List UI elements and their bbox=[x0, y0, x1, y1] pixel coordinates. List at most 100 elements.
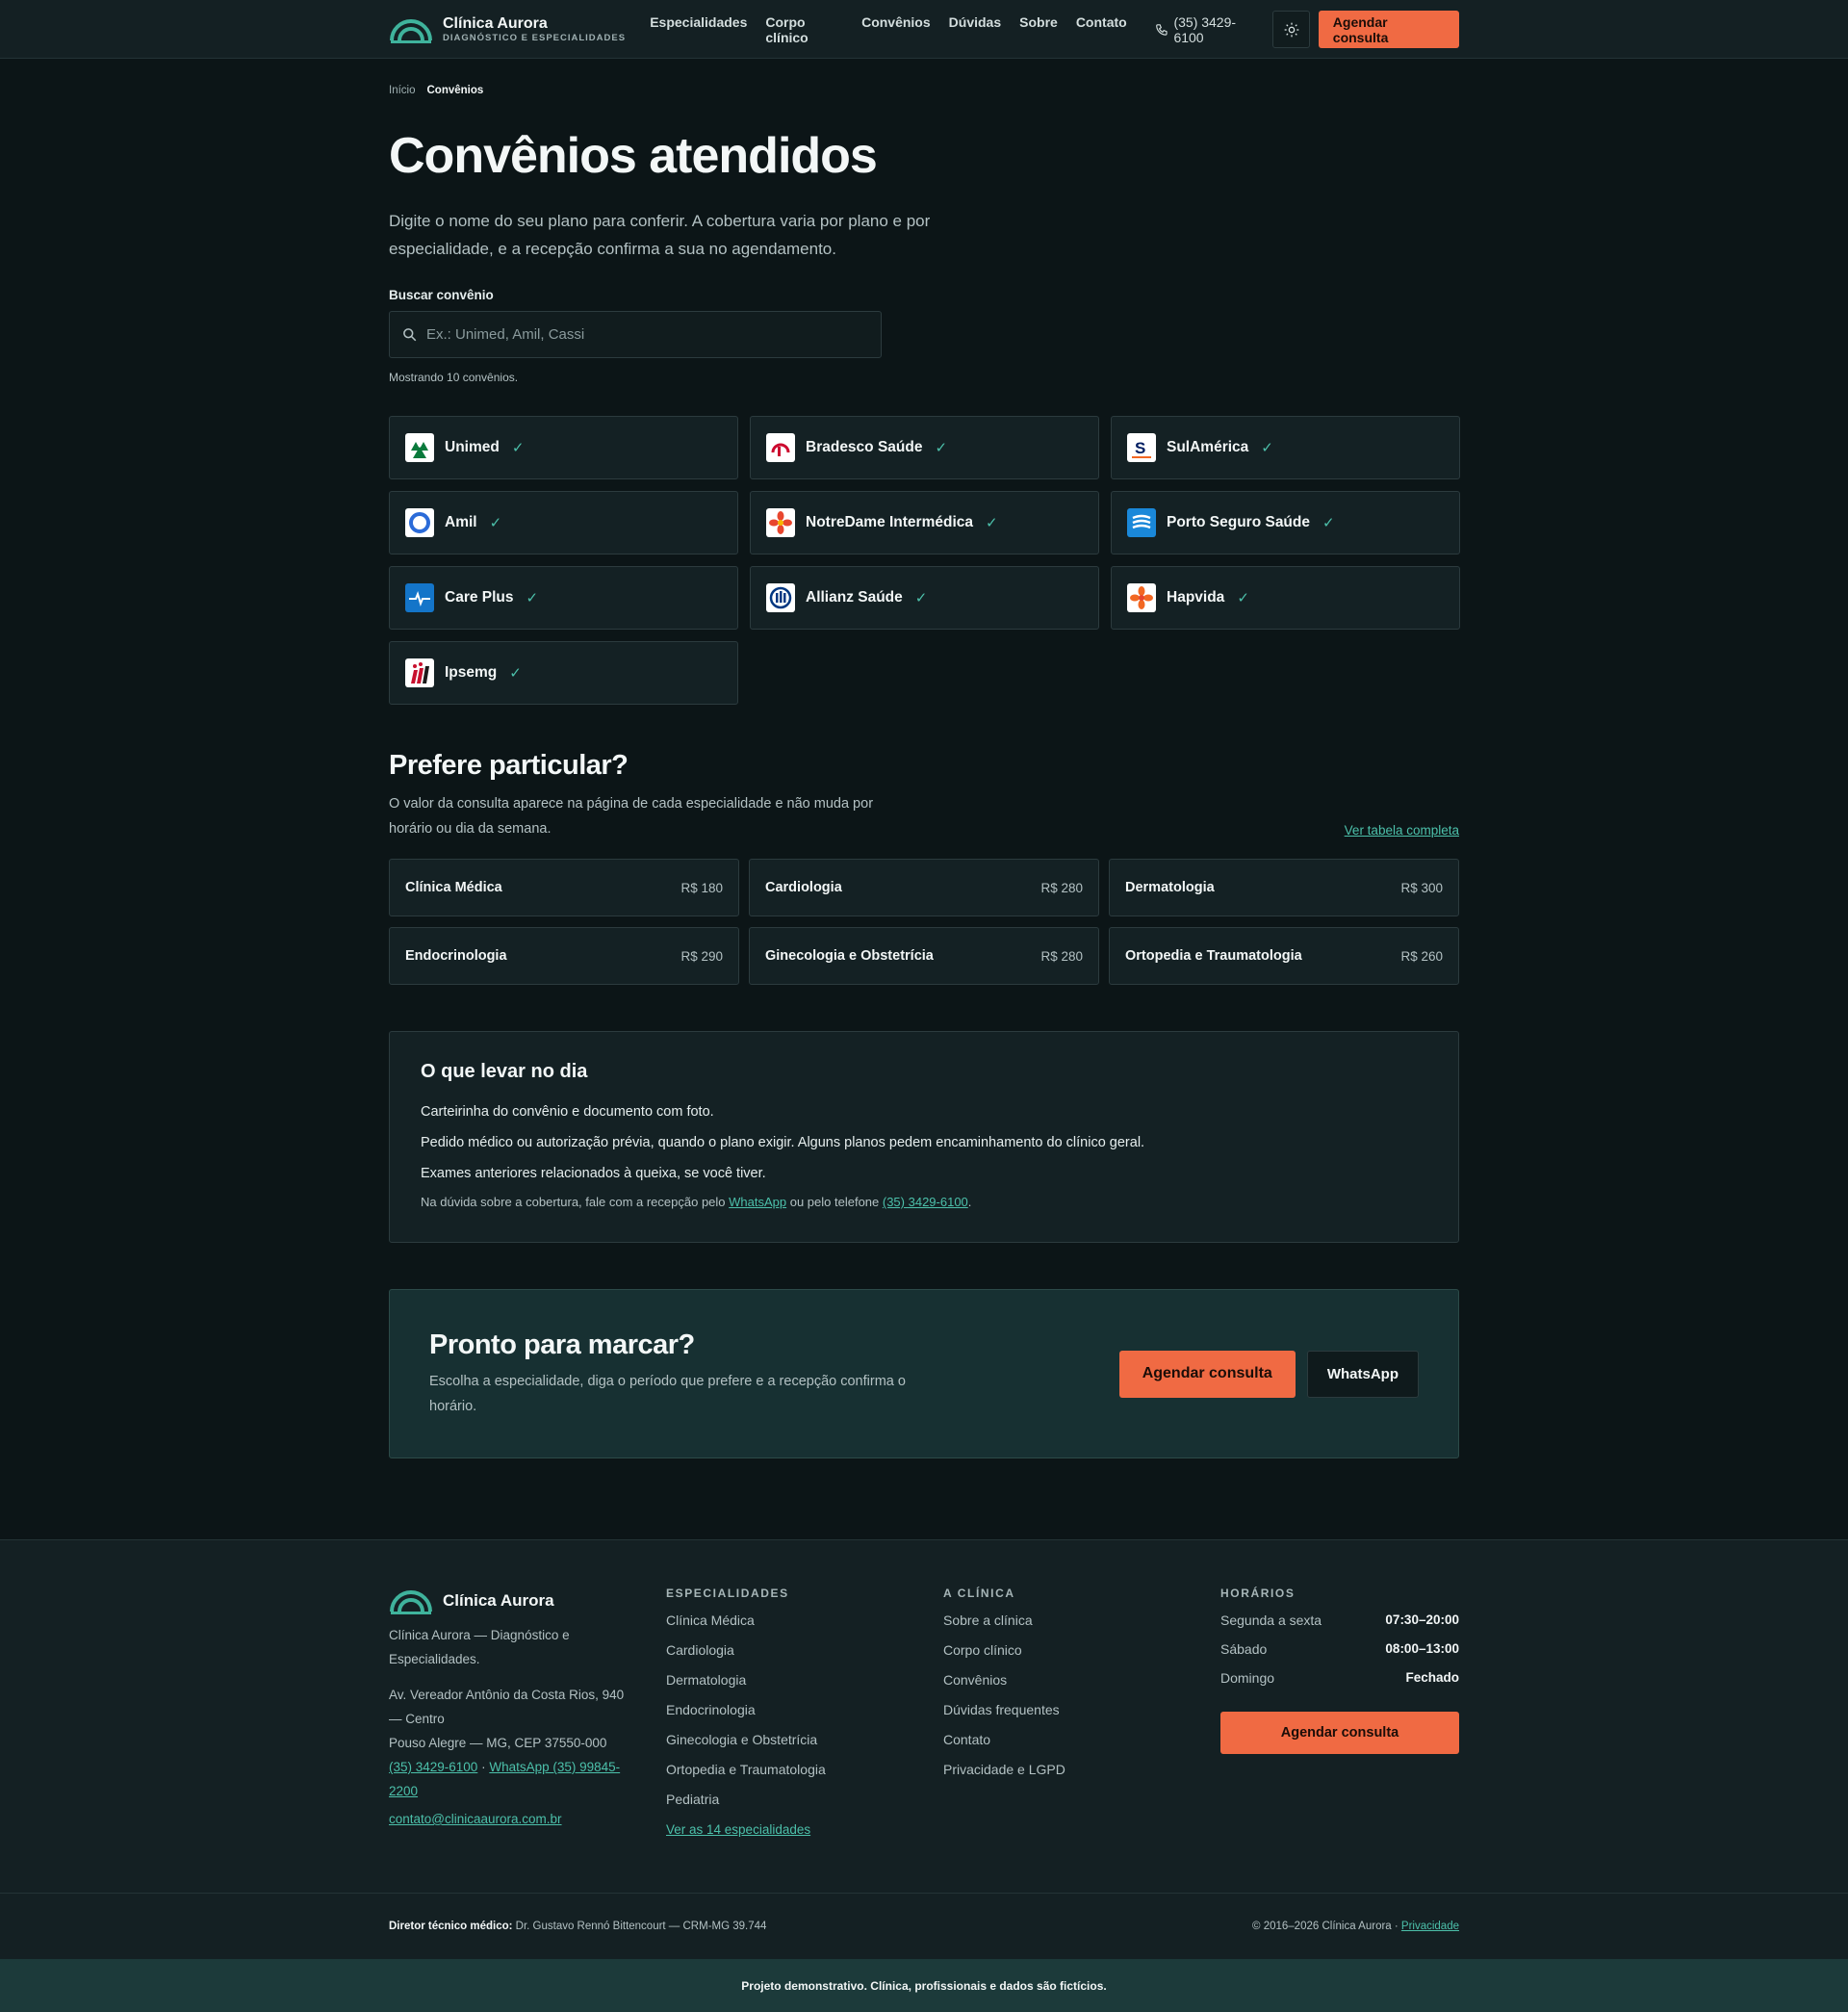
nav-duvidas[interactable]: Dúvidas bbox=[949, 14, 1001, 45]
list-item: Pedido médico ou autorização prévia, qua… bbox=[421, 1135, 1145, 1151]
hours-row: Domingo Fechado bbox=[1220, 1664, 1459, 1692]
specialty-price: R$ 300 bbox=[1400, 880, 1443, 895]
sun-icon bbox=[1284, 22, 1298, 37]
nav-sobre[interactable]: Sobre bbox=[1019, 14, 1058, 45]
footer-link[interactable]: Sobre a clínica bbox=[943, 1612, 1033, 1628]
theme-toggle-button[interactable] bbox=[1272, 11, 1310, 48]
footer-link[interactable]: Endocrinologia bbox=[666, 1702, 756, 1717]
specialty-name: Dermatologia bbox=[1125, 880, 1215, 896]
footer-link[interactable]: Convênios bbox=[943, 1672, 1007, 1688]
bring-list: Carteirinha do convênio e documento com … bbox=[421, 1096, 1427, 1189]
cta-text: Escolha a especialidade, diga o período … bbox=[429, 1373, 906, 1414]
particular-section: Prefere particular? O valor da consulta … bbox=[389, 750, 1459, 841]
main-content: Início Convênios Convênios atendidos Dig… bbox=[389, 59, 1460, 1459]
nav-contato[interactable]: Contato bbox=[1076, 14, 1127, 45]
footer-phone-link[interactable]: (35) 3429-6100 bbox=[389, 1760, 477, 1774]
specialty-price: R$ 280 bbox=[1040, 948, 1083, 964]
footer-clinic-list: Sobre a clínica Corpo clínico Convênios … bbox=[943, 1606, 1220, 1785]
specialty-name: Cardiologia bbox=[765, 880, 842, 896]
note-text: ou pelo telefone bbox=[786, 1195, 883, 1210]
footer-link[interactable]: Ginecologia e Obstetrícia bbox=[666, 1732, 817, 1747]
breadcrumb-current: Convênios bbox=[426, 85, 484, 96]
note-phone-link[interactable]: (35) 3429-6100 bbox=[883, 1195, 968, 1209]
allianz-logo-icon bbox=[766, 583, 795, 613]
site-footer: Clínica Aurora Clínica Aurora — Diagnóst… bbox=[0, 1539, 1848, 2012]
footer-link[interactable]: Dermatologia bbox=[666, 1672, 746, 1688]
nav-convenios[interactable]: Convênios bbox=[861, 14, 931, 45]
price-card[interactable]: Cardiologia R$ 280 bbox=[749, 859, 1099, 917]
footer-link[interactable]: Cardiologia bbox=[666, 1642, 734, 1658]
whatsapp-button[interactable]: WhatsApp bbox=[1306, 1350, 1419, 1398]
plan-name: Ipsemg bbox=[445, 664, 498, 682]
privacy-link[interactable]: Privacidade bbox=[1401, 1921, 1459, 1932]
schedule-button[interactable]: Agendar consulta bbox=[1118, 1350, 1296, 1398]
plan-card: Unimed ✓ bbox=[389, 416, 738, 480]
particular-desc: O valor da consulta aparece na página de… bbox=[389, 796, 874, 838]
prices-grid: Clínica Médica R$ 180 Cardiologia R$ 280… bbox=[389, 859, 1459, 986]
footer-link[interactable]: Ortopedia e Traumatologia bbox=[666, 1762, 826, 1777]
breadcrumb-home[interactable]: Início bbox=[389, 85, 416, 96]
plan-name: Care Plus bbox=[445, 589, 514, 606]
nav-corpo-clinico[interactable]: Corpo clínico bbox=[765, 14, 843, 45]
footer-link[interactable]: Pediatria bbox=[666, 1792, 719, 1807]
check-icon: ✓ bbox=[986, 515, 998, 532]
footer-heading: A CLÍNICA bbox=[943, 1586, 1015, 1600]
phone-icon bbox=[1155, 23, 1168, 36]
all-specialties-link[interactable]: Ver as 14 especialidades bbox=[666, 1822, 810, 1837]
page-lead: Digite o nome do seu plano para conferir… bbox=[389, 212, 931, 259]
hours-day: Domingo bbox=[1220, 1670, 1275, 1686]
footer-email-link[interactable]: contato@clinicaaurora.com.br bbox=[389, 1812, 562, 1826]
check-icon: ✓ bbox=[509, 665, 522, 683]
footer-address: Av. Vereador Antônio da Costa Rios, 940 … bbox=[389, 1683, 629, 1755]
brand-home-link[interactable]: Clínica Aurora DIAGNÓSTICO E ESPECIALIDA… bbox=[389, 15, 650, 44]
nav-especialidades[interactable]: Especialidades bbox=[650, 14, 747, 45]
full-table-link[interactable]: Ver tabela completa bbox=[1345, 823, 1459, 838]
check-icon: ✓ bbox=[914, 590, 928, 607]
hours-time: 07:30–20:00 bbox=[1385, 1612, 1459, 1627]
plan-name: Porto Seguro Saúde bbox=[1167, 514, 1310, 531]
check-icon: ✓ bbox=[511, 440, 525, 457]
plan-name: Hapvida bbox=[1167, 589, 1225, 606]
plan-card: Amil ✓ bbox=[389, 491, 738, 555]
header-schedule-button[interactable]: Agendar consulta bbox=[1318, 11, 1459, 48]
specialty-name: Ortopedia e Traumatologia bbox=[1125, 948, 1302, 965]
director-label: Diretor técnico médico: bbox=[389, 1921, 513, 1932]
aurora-logo-icon bbox=[390, 18, 432, 43]
footer-clinic-col: A CLÍNICA Sobre a clínica Corpo clínico … bbox=[943, 1586, 1220, 1844]
price-card[interactable]: Dermatologia R$ 300 bbox=[1109, 859, 1459, 917]
check-icon: ✓ bbox=[1261, 440, 1273, 457]
footer-schedule-button[interactable]: Agendar consulta bbox=[1220, 1712, 1459, 1754]
technical-director: Diretor técnico médico: Dr. Gustavo Renn… bbox=[389, 1921, 766, 1932]
breadcrumb: Início Convênios bbox=[389, 59, 1459, 96]
footer-link[interactable]: Corpo clínico bbox=[943, 1642, 1022, 1658]
specialty-name: Ginecologia e Obstetrícia bbox=[765, 948, 934, 965]
header-phone: (35) 3429-6100 bbox=[1173, 13, 1237, 45]
notredame-logo-icon bbox=[766, 508, 795, 538]
search-icon bbox=[403, 328, 417, 342]
note-whatsapp-link[interactable]: WhatsApp bbox=[729, 1195, 786, 1209]
search-input[interactable] bbox=[426, 326, 850, 344]
price-card[interactable]: Ginecologia e Obstetrícia R$ 280 bbox=[749, 927, 1099, 986]
specialty-name: Endocrinologia bbox=[405, 948, 507, 965]
check-icon: ✓ bbox=[935, 440, 948, 457]
hours-table: Segunda a sexta 07:30–20:00 Sábado 08:00–1… bbox=[1220, 1606, 1459, 1692]
header-phone-link[interactable]: (35) 3429-6100 bbox=[1155, 14, 1265, 45]
address-line: Av. Vereador Antônio da Costa Rios, 940 … bbox=[389, 1688, 625, 1726]
price-card[interactable]: Endocrinologia R$ 290 bbox=[389, 927, 739, 986]
footer-link[interactable]: Clínica Médica bbox=[666, 1612, 755, 1628]
address-line: Pouso Alegre — MG, CEP 37550-000 bbox=[389, 1736, 607, 1750]
footer-bottom-bar: Diretor técnico médico: Dr. Gustavo Renn… bbox=[0, 1893, 1848, 1960]
hours-day: Sábado bbox=[1220, 1641, 1268, 1657]
price-card[interactable]: Ortopedia e Traumatologia R$ 260 bbox=[1109, 927, 1459, 986]
list-item: Carteirinha do convênio e documento com … bbox=[421, 1104, 714, 1121]
aurora-logo-icon bbox=[390, 1590, 432, 1614]
price-card[interactable]: Clínica Médica R$ 180 bbox=[389, 859, 739, 917]
footer-link[interactable]: Privacidade e LGPD bbox=[943, 1762, 1065, 1777]
specialty-price: R$ 260 bbox=[1400, 948, 1443, 964]
hours-day: Segunda a sexta bbox=[1220, 1612, 1322, 1628]
footer-link[interactable]: Dúvidas frequentes bbox=[943, 1702, 1060, 1717]
footer-hours-col: HORÁRIOS Segunda a sexta 07:30–20:00 Sába… bbox=[1220, 1586, 1459, 1844]
footer-link[interactable]: Contato bbox=[943, 1732, 990, 1747]
ipsemg-logo-icon bbox=[405, 658, 434, 688]
what-to-bring-box: O que levar no dia Carteirinha do convên… bbox=[389, 1031, 1459, 1244]
